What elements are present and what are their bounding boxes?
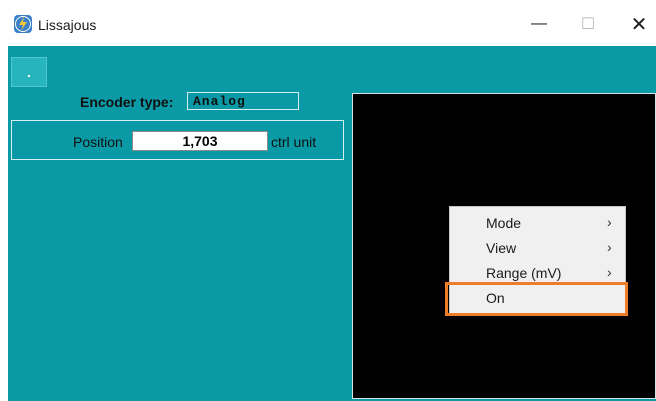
position-unit-label: ctrl unit bbox=[271, 134, 317, 150]
position-field[interactable]: 1,703 bbox=[132, 131, 268, 151]
highlight-box bbox=[445, 282, 628, 316]
menu-item-label: View bbox=[486, 240, 517, 256]
chevron-right-icon: › bbox=[607, 264, 612, 280]
chevron-right-icon: › bbox=[607, 214, 612, 230]
toolbar-button[interactable]: . bbox=[11, 57, 47, 87]
chevron-right-icon: › bbox=[607, 239, 612, 255]
title-bar: Lissajous — ☐ ✕ bbox=[0, 0, 656, 46]
menu-item-label: Mode bbox=[486, 215, 522, 231]
maximize-icon[interactable]: ☐ bbox=[568, 10, 608, 38]
encoder-type-label: Encoder type: bbox=[80, 94, 174, 110]
close-icon[interactable]: ✕ bbox=[619, 10, 656, 38]
lissajous-app-icon bbox=[14, 15, 32, 33]
window-title: Lissajous bbox=[38, 17, 97, 33]
position-label: Position bbox=[73, 134, 123, 150]
menu-item-view[interactable]: View › bbox=[450, 236, 625, 261]
encoder-type-value: Analog bbox=[187, 92, 299, 110]
minimize-icon[interactable]: — bbox=[519, 10, 559, 38]
menu-item-label: Range (mV) bbox=[486, 265, 562, 281]
menu-item-mode[interactable]: Mode › bbox=[450, 211, 625, 236]
